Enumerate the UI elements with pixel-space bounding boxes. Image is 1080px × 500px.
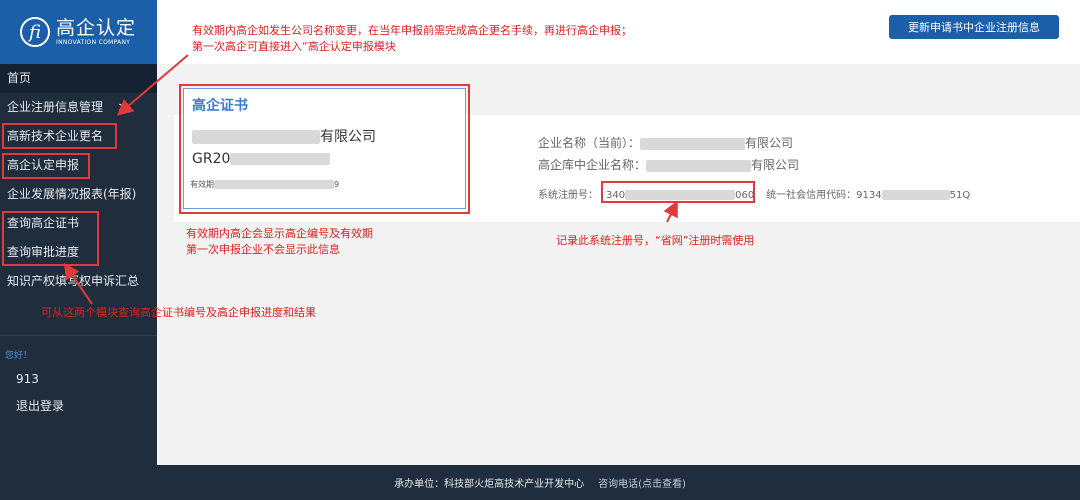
user-greeting: 您好！ xyxy=(5,351,33,361)
sidebar-item-home[interactable]: 首页 xyxy=(0,64,157,93)
annotation-top-note-1: 有效期内高企如发生公司名称变更，在当年申报前需完成高企更名手续，再进行高企申报； xyxy=(192,24,632,37)
logo[interactable]: fi 高企认定 INNOVATION COMPANY xyxy=(0,0,157,64)
chevron-right-icon: > xyxy=(118,100,129,114)
logo-title: 高企认定 xyxy=(56,17,137,39)
redacted-area xyxy=(881,190,950,200)
annotation-certificate-note-2: 第一次申报企业不会显示此信息 xyxy=(186,243,340,256)
annotation-registration-note: 记录此系统注册号，“省网”注册时需使用 xyxy=(556,234,755,247)
footer-contact-link[interactable]: 咨询电话(点击查看) xyxy=(598,475,686,490)
logout-link[interactable]: 退出登录 xyxy=(16,397,64,414)
annotation-box-query xyxy=(2,211,99,266)
annotation-query-note: 可从这两个模块查询高企证书编号及高企申报进度和结果 xyxy=(41,306,316,319)
redacted-area xyxy=(640,137,746,150)
annotation-box-rename xyxy=(2,123,117,149)
logo-subtitle: INNOVATION COMPANY xyxy=(56,39,131,46)
annotation-box-certificate xyxy=(179,84,470,214)
logo-icon: fi xyxy=(20,17,50,47)
sidebar-item-annual-report[interactable]: 企业发展情况报表(年报) xyxy=(0,180,157,209)
user-id: 913 xyxy=(16,372,39,386)
update-registration-button[interactable]: 更新申请书中企业注册信息 xyxy=(889,15,1059,39)
annotation-arrows xyxy=(63,54,678,305)
sidebar-item-registration-info[interactable]: 企业注册信息管理 > xyxy=(0,93,157,122)
annotation-certificate-note-1: 有效期内高企会显示高企编号及有效期 xyxy=(186,227,373,240)
annotation-box-registration xyxy=(601,181,755,203)
current-company-name: 企业名称（当前）： 有限公司 xyxy=(538,136,794,150)
sidebar-item-label: 企业注册信息管理 xyxy=(7,100,104,114)
sidebar-item-ip-summary[interactable]: 知识产权填写权申诉汇总 xyxy=(0,267,157,296)
annotation-top-note-2: 第一次高企可直接进入“高企认定申报模块 xyxy=(192,40,396,53)
redacted-area xyxy=(646,159,752,172)
annotation-box-application xyxy=(2,153,90,179)
footer-organizer: 承办单位：科技部火炬高技术产业开发中心 xyxy=(394,479,585,490)
sidebar-divider xyxy=(0,335,157,336)
footer: 承办单位：科技部火炬高技术产业开发中心 咨询电话(点击查看) xyxy=(0,465,1080,500)
database-company-name: 高企库中企业名称： 有限公司 xyxy=(538,158,800,172)
